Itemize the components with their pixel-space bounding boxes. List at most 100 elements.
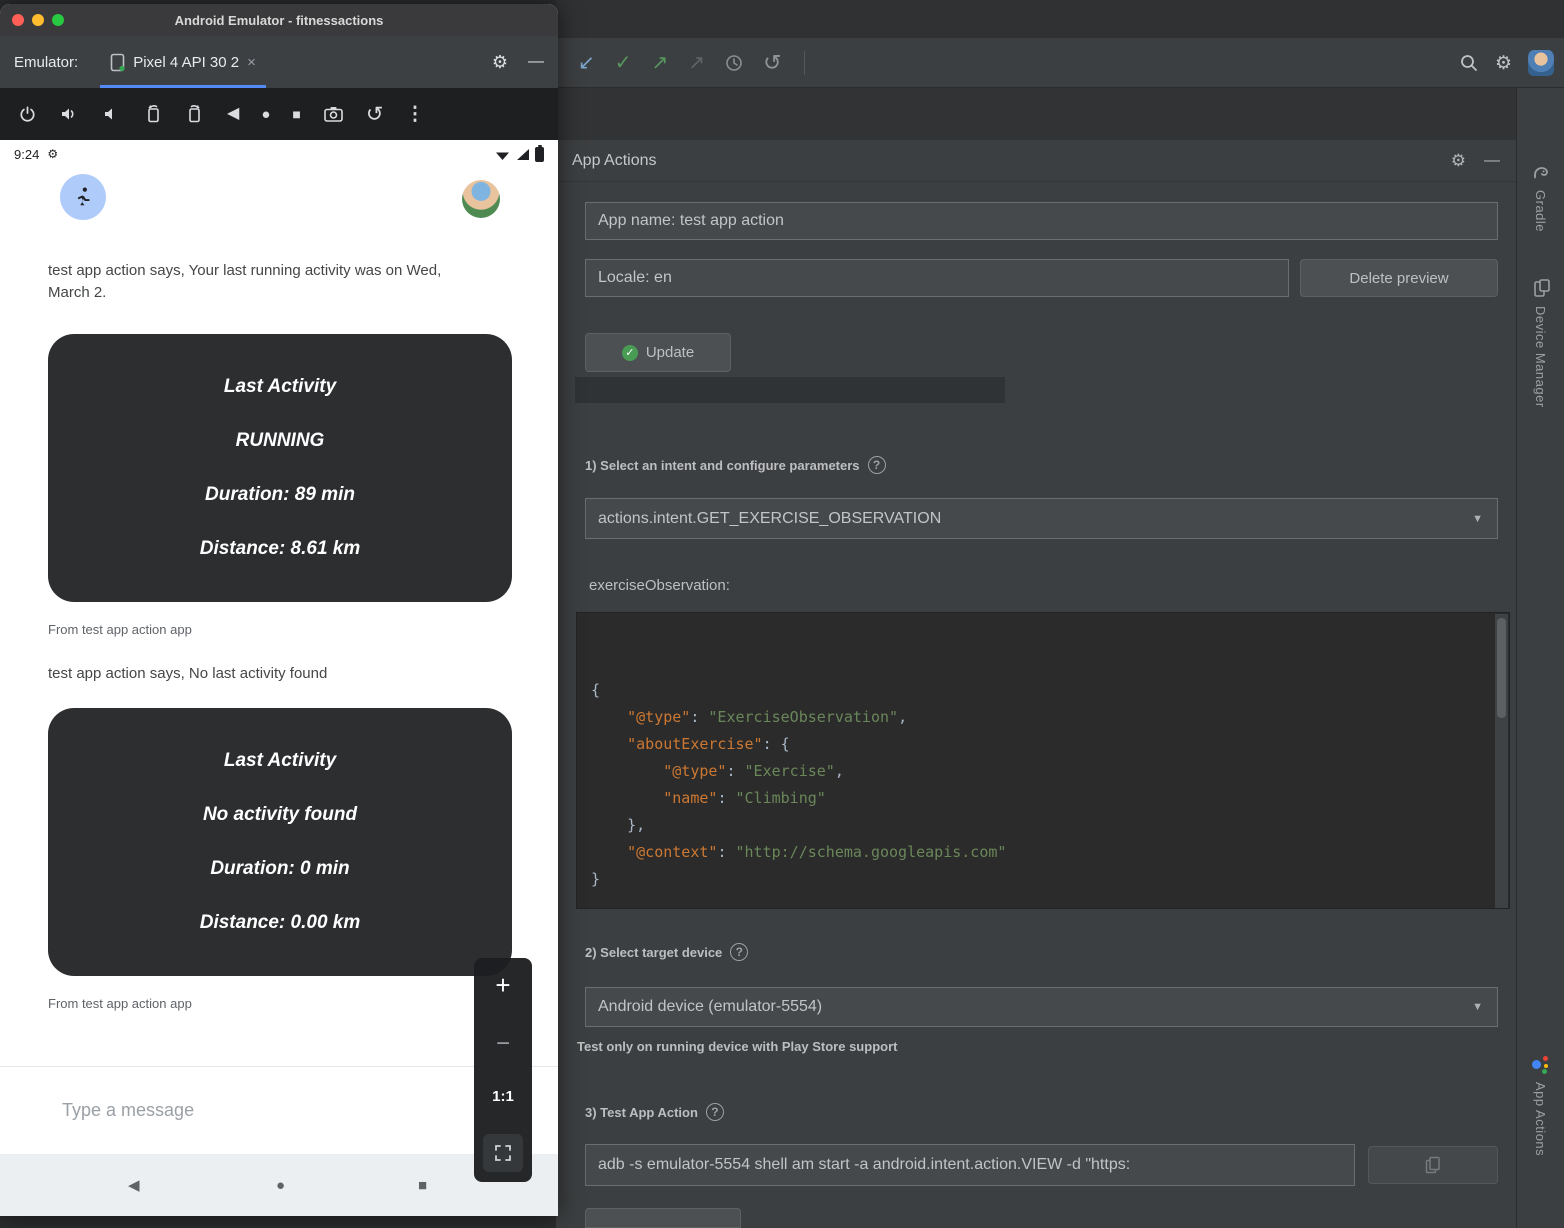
card-status: No activity found [66,788,494,842]
activity-card: Last Activity RUNNING Duration: 89 min D… [48,334,512,602]
phone-tab-icon [110,53,125,72]
user-avatar [462,180,500,218]
nav-home-button[interactable]: ● [276,1177,285,1194]
rollback-icon[interactable]: ↺ [763,52,781,74]
assistant-avatar [60,174,106,220]
search-icon[interactable] [1459,53,1479,73]
commit-icon[interactable]: ✓ [615,53,632,73]
camera-icon[interactable] [323,104,344,124]
delete-preview-button[interactable]: Delete preview [1300,259,1498,297]
panel-title: App Actions [572,152,657,170]
card-title: Last Activity [66,360,494,414]
gradle-icon[interactable] [1531,162,1551,182]
more-icon[interactable]: ⋮ [405,105,424,124]
ide-editor-gap [556,88,1516,140]
runner-icon [72,186,94,208]
zoom-in-button[interactable]: + [495,970,510,1001]
tab-pixel-4[interactable]: Pixel 4 API 30 2 × [100,36,266,88]
back-icon[interactable]: ◀ [227,106,239,122]
settings-gear-icon[interactable]: ⚙ [1495,54,1512,73]
panel-header: App Actions ⚙ — [556,140,1516,182]
zoom-control-panel: + − 1:1 [474,958,532,1182]
run-action-button-partial[interactable] [585,1208,741,1228]
home-icon[interactable]: ● [261,107,270,122]
signal-icon [515,148,530,161]
user-profile-avatar[interactable] [1528,50,1554,76]
status-message [575,377,1005,403]
tab-app-actions[interactable]: App Actions [1533,1082,1548,1156]
adb-command-field[interactable]: adb -s emulator-5554 shell am start -a a… [585,1144,1355,1186]
zoom-out-button[interactable]: − [496,1030,510,1058]
assistant-message: test app action says, Your last running … [48,260,468,304]
update-check-icon: ✓ [622,345,638,361]
card-duration: Duration: 89 min [66,468,494,522]
mac-zoom-button[interactable] [52,14,64,26]
device-manager-icon[interactable] [1531,278,1551,298]
activity-card: Last Activity No activity found Duration… [48,708,512,976]
help-icon[interactable]: ? [868,456,886,474]
rotate-left-icon[interactable] [143,104,163,124]
editor-scrollbar[interactable] [1495,614,1508,909]
card-title: Last Activity [66,734,494,788]
push-icon[interactable]: ↗ [652,53,669,73]
attribution-label: From test app action app [48,622,558,637]
help-icon[interactable]: ? [706,1103,724,1121]
emulator-control-toolbar: ◀ ● ■ ↺ ⋮ [0,88,558,140]
window-title: Android Emulator - fitnessactions [175,13,384,28]
card-status: RUNNING [66,414,494,468]
copy-command-button[interactable] [1368,1146,1498,1184]
power-icon[interactable] [18,105,37,124]
emulator-titlebar: Android Emulator - fitnessactions [0,4,558,36]
fit-window-button[interactable] [483,1134,523,1172]
update-button[interactable]: ✓ Update [585,333,731,372]
wifi-icon [495,148,510,161]
card-distance: Distance: 8.61 km [66,522,494,576]
emulator-tabbar: Emulator: Pixel 4 API 30 2 × ⚙ — [0,36,558,88]
json-parameter-editor[interactable]: { "@type": "ExerciseObservation", "about… [576,612,1510,909]
intent-dropdown[interactable]: actions.intent.GET_EXERCISE_OBSERVATION … [585,498,1498,539]
app-actions-icon[interactable] [1532,1056,1550,1074]
app-name-field[interactable]: App name: test app action [585,202,1498,240]
target-device-dropdown[interactable]: Android device (emulator-5554) ▼ [585,987,1498,1027]
panel-minimize-icon[interactable]: — [1484,152,1500,170]
snapshot-icon[interactable]: ↺ [366,104,384,125]
volume-up-icon[interactable] [59,104,79,124]
tab-device-manager[interactable]: Device Manager [1533,306,1548,408]
card-distance: Distance: 0.00 km [66,896,494,950]
chevron-down-icon: ▼ [1472,1001,1483,1013]
step-1-label: 1) Select an intent and configure parame… [585,456,886,474]
tab-close-icon[interactable]: × [247,54,256,71]
emulator-window: Android Emulator - fitnessactions Emulat… [0,4,558,1216]
nav-overview-button[interactable]: ■ [418,1177,427,1194]
panel-settings-gear-icon[interactable]: ⚙ [1451,151,1466,171]
mac-close-button[interactable] [12,14,24,26]
help-icon[interactable]: ? [730,943,748,961]
toolbar-divider [804,51,805,75]
device-note: Test only on running device with Play St… [577,1039,897,1054]
mac-minimize-button[interactable] [32,14,44,26]
status-gear-icon: ⚙ [47,147,58,161]
code-editor-content: { "@type": "ExerciseObservation", "about… [591,677,1485,893]
deploy-icon[interactable]: ↗ [688,53,705,73]
history-icon[interactable] [725,54,743,72]
zoom-reset-button[interactable]: 1:1 [492,1088,514,1105]
phone-screen: 9:24 ⚙ test app action says, Your last r… [0,140,558,1216]
step-3-label: 3) Test App Action ? [585,1103,724,1121]
overview-icon[interactable]: ■ [292,107,300,121]
rotate-right-icon[interactable] [185,104,205,124]
conversation-avatars [0,168,558,220]
phone-status-bar: 9:24 ⚙ [0,140,558,168]
nav-back-button[interactable]: ◀ [128,1176,140,1194]
emulator-minimize-icon[interactable]: — [528,53,544,71]
emulator-settings-gear-icon[interactable]: ⚙ [492,52,508,73]
card-duration: Duration: 0 min [66,842,494,896]
tab-gradle[interactable]: Gradle [1533,190,1548,232]
message-input[interactable]: Type a message [62,1100,194,1121]
ide-window-chrome [556,0,1564,38]
emulator-label: Emulator: [14,54,78,71]
battery-icon [535,147,544,162]
volume-down-icon[interactable] [101,104,121,124]
locale-field[interactable]: Locale: en [585,259,1289,297]
update-project-icon[interactable]: ↙ [578,53,595,73]
ide-main-toolbar: ↙ ✓ ↗ ↗ ↺ ⚙ [556,38,1564,88]
